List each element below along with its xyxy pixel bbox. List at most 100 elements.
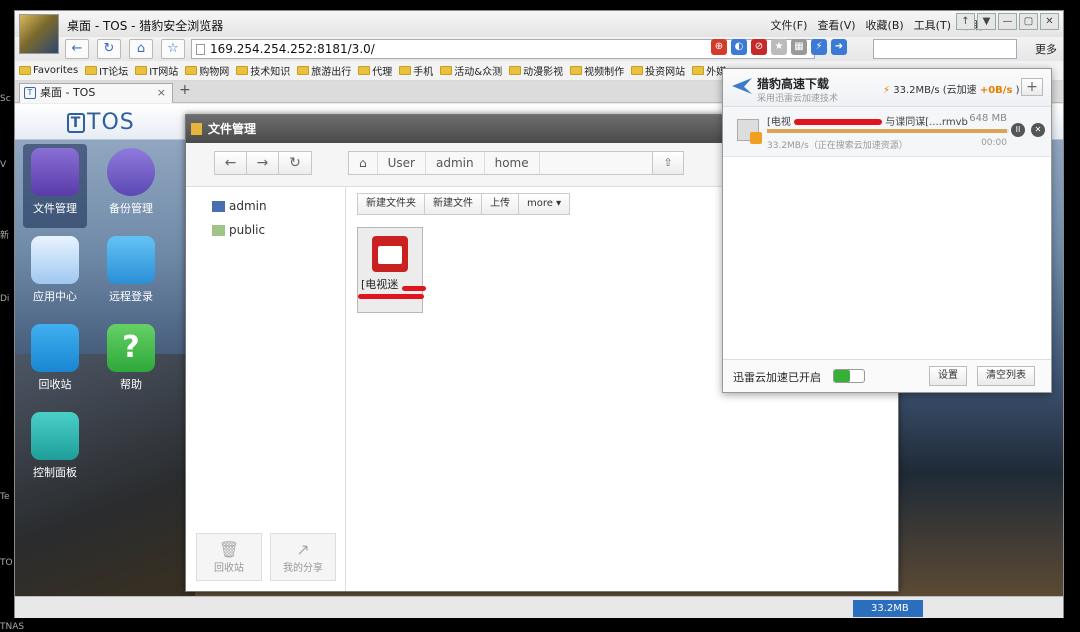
download-progress-fill xyxy=(767,129,1007,133)
refresh-icon[interactable]: ↻ xyxy=(279,152,311,174)
favorite-label: 投资网站 xyxy=(645,67,686,78)
tree-item-admin[interactable]: admin xyxy=(212,199,267,213)
back-arrow-icon[interactable]: ← xyxy=(215,152,247,174)
desktop-left-strip: Sc V 新 Di Te TO TNAS xyxy=(0,0,24,632)
tab-tos-desktop[interactable]: T 桌面 - TOS × xyxy=(19,83,173,103)
pin-button[interactable]: ↑ xyxy=(956,13,975,30)
app-label: 文件管理 xyxy=(33,202,77,215)
qr-icon[interactable]: ▦ xyxy=(791,39,807,55)
cloud-accel-toggle[interactable] xyxy=(833,369,865,383)
up-level-button[interactable]: ⇧ xyxy=(652,151,684,175)
lightning-icon[interactable]: ⚡ xyxy=(811,39,827,55)
monitor-icon xyxy=(31,148,79,196)
new-file-button[interactable]: 新建文件 xyxy=(425,194,482,214)
favorite-item[interactable]: 购物网 xyxy=(185,63,229,78)
taskbar-download-speed[interactable]: 33.2MB xyxy=(853,600,923,617)
app-recycle-bin[interactable]: 回收站 xyxy=(25,324,85,392)
speed-extra: +0B/s xyxy=(979,85,1013,96)
clear-list-button[interactable]: 清空列表 xyxy=(977,366,1035,386)
download-progress-bar xyxy=(767,129,1009,133)
more-label: 更多 xyxy=(1035,43,1057,56)
home-icon[interactable]: ⌂ xyxy=(349,152,378,174)
new-tab-button[interactable]: + xyxy=(179,82,191,98)
folder-icon xyxy=(399,66,412,75)
skin-button[interactable]: ▼ xyxy=(977,13,996,30)
more-actions-button[interactable]: more ▾ xyxy=(519,194,569,214)
settings-button[interactable]: 设置 xyxy=(929,366,967,386)
window-title: 桌面 - TOS - 猎豹安全浏览器 xyxy=(67,19,224,33)
security-icon[interactable]: ⊕ xyxy=(711,39,727,55)
my-share-button[interactable]: ↗ 我的分享 xyxy=(270,533,336,581)
more-button[interactable]: 更多 xyxy=(1035,41,1057,57)
speed-close: ) xyxy=(1015,85,1020,96)
menu-favorites[interactable]: 收藏(B) xyxy=(866,17,904,33)
adblock-icon[interactable]: ⊘ xyxy=(751,39,767,55)
favorite-item[interactable]: 代理 xyxy=(358,63,392,78)
favorite-item[interactable]: Favorites xyxy=(19,65,78,76)
favorite-item[interactable]: 视频制作 xyxy=(570,63,624,78)
favorite-item[interactable]: 旅游出行 xyxy=(297,63,351,78)
favorite-label: 活动&众测 xyxy=(454,67,503,78)
app-center[interactable]: 应用中心 xyxy=(25,236,85,304)
app-file-manager[interactable]: 文件管理 xyxy=(23,144,87,228)
recycle-bin-button[interactable]: 🗑 回收站 xyxy=(196,533,262,581)
page-icon xyxy=(196,44,205,55)
menu-tools[interactable]: 工具(T) xyxy=(914,17,951,33)
user-avatar[interactable] xyxy=(19,14,59,54)
app-backup[interactable]: 备份管理 xyxy=(101,148,161,216)
breadcrumb-item[interactable]: home xyxy=(485,152,540,174)
app-help[interactable]: ? 帮助 xyxy=(101,324,161,392)
app-control-panel[interactable]: 控制面板 xyxy=(25,412,85,480)
favorite-item[interactable]: 活动&众测 xyxy=(440,63,502,78)
favorite-item[interactable]: 投资网站 xyxy=(631,63,685,78)
forward-arrow-icon[interactable]: → xyxy=(247,152,279,174)
trash-icon: 🗑 xyxy=(218,540,240,559)
bottom-label: 我的分享 xyxy=(283,563,323,574)
favorite-item[interactable]: IT论坛 xyxy=(85,63,128,78)
desktop-label: Te xyxy=(0,492,10,502)
back-button[interactable]: ← xyxy=(65,39,89,59)
star-icon: ☆ xyxy=(167,41,179,56)
new-folder-button[interactable]: 新建文件夹 xyxy=(358,194,425,214)
tab-close-icon[interactable]: × xyxy=(157,84,166,102)
file-item-video[interactable]: [电视迷 xyxy=(357,227,426,313)
desktop-label: TO xyxy=(0,558,13,568)
address-bar-icons: ⊕ ◐ ⊘ ★ ▦ ⚡ ➜ xyxy=(711,39,847,55)
upload-button[interactable]: 上传 xyxy=(482,194,519,214)
tab-label: 桌面 - TOS xyxy=(40,86,96,99)
forward-arrow-icon[interactable]: ➜ xyxy=(831,39,847,55)
menu-file[interactable]: 文件(F) xyxy=(771,17,808,33)
close-window-button[interactable]: ✕ xyxy=(1040,13,1059,30)
folder-icon xyxy=(85,66,98,75)
breadcrumb-item[interactable]: User xyxy=(378,152,426,174)
tos-logo-text: TOS xyxy=(87,110,135,135)
pause-icon[interactable]: II xyxy=(1011,123,1025,137)
tree-item-public[interactable]: public xyxy=(212,223,265,237)
refresh-button[interactable]: ↻ xyxy=(97,39,121,59)
favorite-item[interactable]: 手机 xyxy=(399,63,433,78)
search-input[interactable] xyxy=(873,39,1017,59)
navigation-bar: ← ↻ ⌂ ☆ 169.254.254.252:8181/3.0/ ⊕ ◐ ⊘ … xyxy=(15,37,1063,61)
app-label: 控制面板 xyxy=(33,466,77,479)
maximize-button[interactable]: ▢ xyxy=(1019,13,1038,30)
favorite-label: 代理 xyxy=(372,67,393,78)
favorite-item[interactable]: 动漫影视 xyxy=(509,63,563,78)
breadcrumb-item[interactable]: admin xyxy=(426,152,485,174)
blue-shield-icon[interactable]: ◐ xyxy=(731,39,747,55)
folder-icon xyxy=(358,66,371,75)
app-remote-login[interactable]: 远程登录 xyxy=(101,236,161,304)
add-download-button[interactable]: + xyxy=(1021,78,1043,96)
favorite-star-icon[interactable]: ★ xyxy=(771,39,787,55)
cancel-icon[interactable]: ✕ xyxy=(1031,123,1045,137)
minimize-button[interactable]: — xyxy=(998,13,1017,30)
bookmark-star-button[interactable]: ☆ xyxy=(161,39,185,59)
favorite-label: 技术知识 xyxy=(250,67,291,78)
speed-note: (云加速 xyxy=(942,85,977,96)
overall-speed: ⚡ 33.2MB/s (云加速 +0B/s ) xyxy=(883,81,1020,96)
home-button[interactable]: ⌂ xyxy=(129,39,153,59)
favorite-item[interactable]: 外媒 xyxy=(692,63,726,78)
favorite-item[interactable]: 技术知识 xyxy=(236,63,290,78)
menu-view[interactable]: 查看(V) xyxy=(817,17,855,33)
favorite-item[interactable]: IT网站 xyxy=(135,63,178,78)
download-item[interactable]: [电视 与谍同谋[....rmvb 648 MB 33.2MB/s（正在搜索云加… xyxy=(723,107,1051,157)
